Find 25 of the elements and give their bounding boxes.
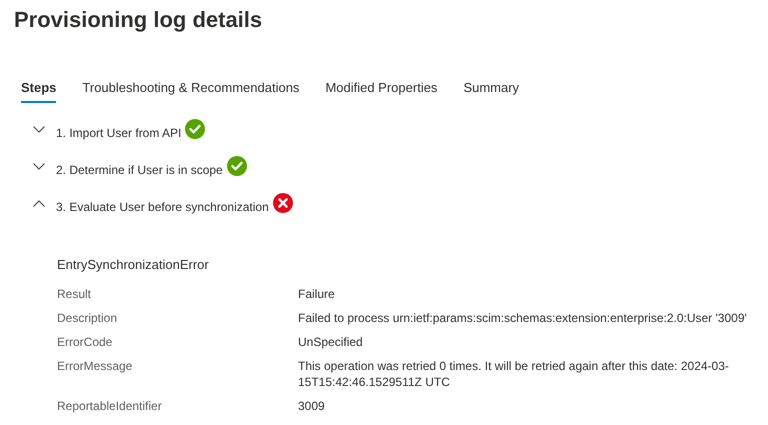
step-label: 3. Evaluate User before synchronization	[56, 200, 269, 214]
property-value: Failed to process urn:ietf:params:scim:schemas:extension:enterprise:2.0:User '3009'	[298, 310, 748, 326]
step-label: 1. Import User from API	[56, 126, 182, 140]
error-circle-icon	[272, 193, 293, 213]
chevron-down-icon[interactable]	[33, 126, 45, 132]
tab[interactable]: Summary	[463, 80, 520, 103]
check-circle-icon	[185, 119, 206, 139]
property-label: Result	[57, 286, 92, 302]
chevron-up-icon[interactable]	[33, 200, 45, 206]
property-value: 3009	[298, 398, 326, 414]
chevron-down-icon[interactable]	[33, 162, 45, 170]
property-label: ReportableIdentifier	[57, 398, 163, 414]
tab[interactable]: Troubleshooting & Recommendations	[82, 80, 300, 103]
section-heading: EntrySynchronizationError	[57, 257, 210, 272]
page-title: Provisioning log details	[14, 6, 264, 34]
property-value: This operation was retried 0 times. It will be retried again after this date: 2024-03-15T15:42:46.1529511Z UTC	[298, 358, 730, 390]
property-value: UnSpecified	[298, 334, 364, 350]
check-circle-icon	[226, 156, 247, 176]
property-value: Failure	[298, 286, 336, 302]
property-label: Description	[57, 310, 118, 326]
step-label: 2. Determine if User is in scope	[56, 163, 223, 177]
property-label: ErrorMessage	[57, 358, 134, 375]
tab[interactable]: Steps	[21, 80, 56, 103]
property-label: ErrorCode	[57, 334, 114, 350]
tab[interactable]: Modified Properties	[325, 80, 438, 103]
